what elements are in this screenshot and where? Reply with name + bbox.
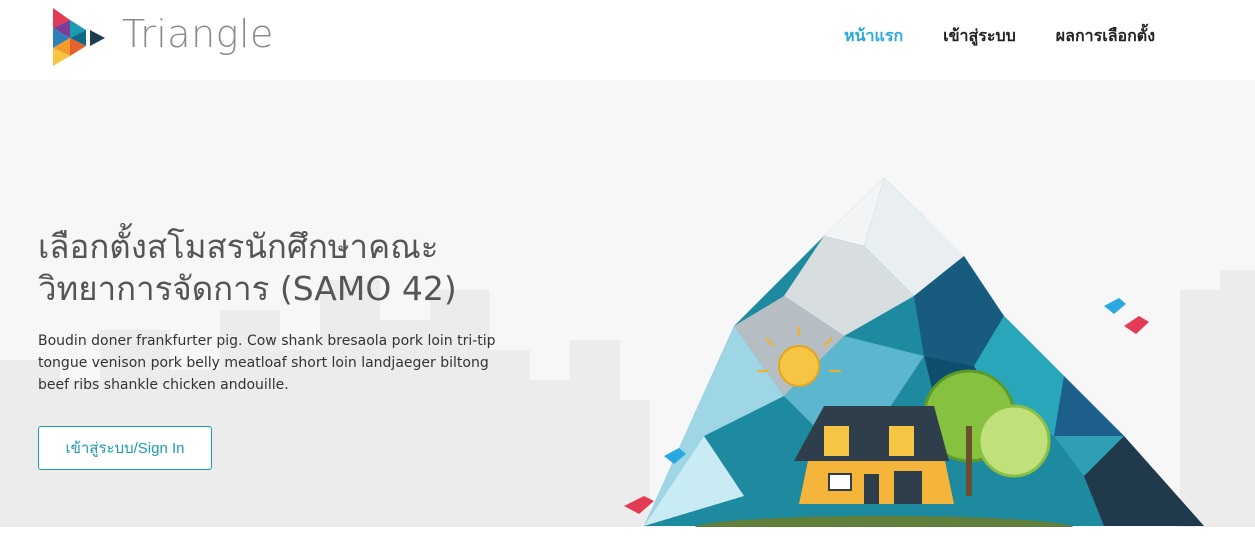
mountain-house-illustration — [624, 178, 1204, 527]
bottom-strip — [0, 527, 1255, 553]
house-icon — [794, 406, 954, 504]
title-line-1: เลือกตั้งสโมสรนักศึกษาคณะ — [38, 227, 439, 266]
site-header: Triangle หน้าแรก เข้าสู่ระบบ ผลการเลือกต… — [0, 0, 1255, 80]
main-nav: หน้าแรก เข้าสู่ระบบ ผลการเลือกตั้ง — [844, 24, 1155, 49]
nav-item-home[interactable]: หน้าแรก — [844, 24, 903, 49]
hero-section: เลือกตั้งสโมสรนักศึกษาคณะ วิทยาการจัดการ… — [0, 80, 1255, 527]
title-line-2: วิทยาการจัดการ (SAMO 42) — [38, 269, 457, 308]
hero-description: Boudin doner frankfurter pig. Cow shank … — [38, 333, 496, 393]
sign-in-button[interactable]: เข้าสู่ระบบ/Sign In — [38, 426, 212, 470]
triangle-logo-icon[interactable] — [50, 6, 108, 68]
nav-item-results[interactable]: ผลการเลือกตั้ง — [1056, 24, 1155, 49]
page-title: เลือกตั้งสโมสรนักศึกษาคณะ วิทยาการจัดการ… — [38, 226, 558, 310]
brand-name[interactable]: Triangle — [122, 12, 274, 56]
nav-item-login[interactable]: เข้าสู่ระบบ — [943, 24, 1016, 49]
